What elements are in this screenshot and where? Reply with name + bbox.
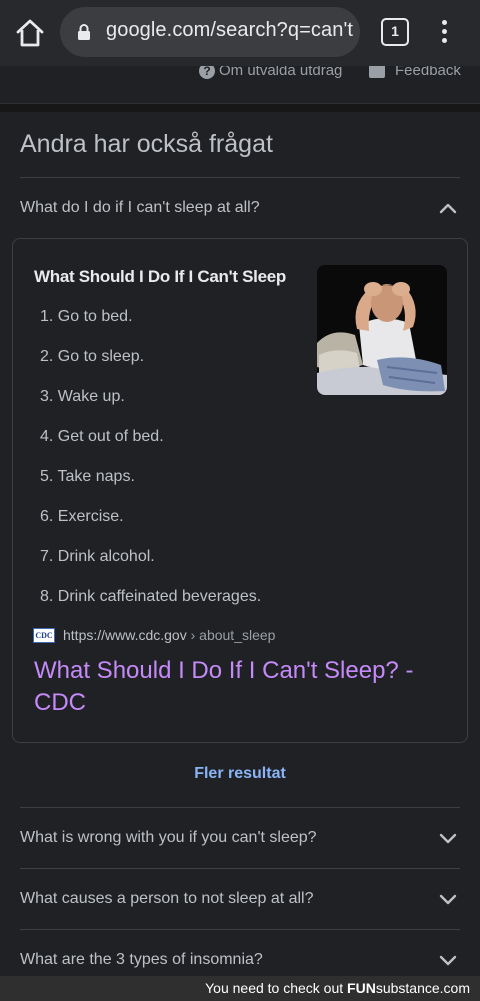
source-domain: https://www.cdc.gov <box>63 627 187 643</box>
previous-panel-footer: ? Om utvalda utdrag Feedback <box>0 66 480 104</box>
watermark-banner: You need to check out FUNsubstance.com <box>0 976 480 1001</box>
more-results-button[interactable]: Fler resultat <box>0 765 480 783</box>
source-path: › about_sleep <box>186 627 276 643</box>
section-separator <box>0 104 480 112</box>
watermark-text: You need to check out <box>205 980 348 996</box>
chevron-down-icon <box>438 891 458 907</box>
list-item: 8. Drink caffeinated beverages. <box>40 588 262 605</box>
result-title-link[interactable]: What Should I Do If I Can't Sleep? - CDC <box>34 655 444 719</box>
address-bar[interactable]: google.com/search?q=can't <box>60 7 360 57</box>
browser-toolbar: google.com/search?q=can't 1 <box>0 0 480 66</box>
watermark-brand: FUN <box>347 980 376 996</box>
about-featured-snippets-link[interactable]: ? Om utvalda utdrag <box>199 66 342 79</box>
question-row[interactable]: What causes a person to not sleep at all… <box>20 869 460 929</box>
question-row[interactable]: What is wrong with you if you can't slee… <box>20 808 460 868</box>
chevron-down-icon <box>438 830 458 846</box>
question-text: What do I do if I can't sleep at all? <box>20 199 260 216</box>
source-url: https://www.cdc.gov › about_sleep <box>63 627 275 643</box>
list-item: 6. Exercise. <box>40 508 124 525</box>
list-item: 5. Take naps. <box>40 468 135 485</box>
question-text: What causes a person to not sleep at all… <box>20 890 314 907</box>
answer-thumbnail[interactable] <box>317 265 447 395</box>
watermark-brand-rest: substance.com <box>375 980 470 996</box>
people-also-ask-title: Andra har också frågat <box>20 130 273 158</box>
list-item: 2. Go to sleep. <box>40 348 145 365</box>
tab-switcher-button[interactable]: 1 <box>381 18 409 46</box>
about-label: Om utvalda utdrag <box>219 66 343 79</box>
feedback-icon <box>369 66 385 78</box>
chevron-down-icon <box>438 952 458 968</box>
feedback-label: Feedback <box>395 66 461 79</box>
feedback-link[interactable]: Feedback <box>369 66 461 79</box>
source-citation[interactable]: CDC https://www.cdc.gov › about_sleep <box>33 627 275 643</box>
help-icon: ? <box>199 66 215 79</box>
url-text: google.com/search?q=can't <box>106 19 354 41</box>
cdc-favicon-icon: CDC <box>33 627 55 643</box>
chevron-up-icon <box>438 200 458 216</box>
home-icon[interactable] <box>14 18 46 48</box>
more-options-icon[interactable] <box>436 17 452 49</box>
list-item: 3. Wake up. <box>40 388 125 405</box>
answer-steps-list: 1. Go to bed. 2. Go to sleep. 3. Wake up… <box>40 305 261 625</box>
question-row-expanded[interactable]: What do I do if I can't sleep at all? <box>20 178 460 238</box>
lock-icon <box>77 23 91 41</box>
list-item: 1. Go to bed. <box>40 308 133 325</box>
answer-card: What Should I Do If I Can't Sleep 1. Go … <box>12 238 468 743</box>
question-text: What is wrong with you if you can't slee… <box>20 829 317 846</box>
list-item: 4. Get out of bed. <box>40 428 164 445</box>
list-item: 7. Drink alcohol. <box>40 548 155 565</box>
answer-heading: What Should I Do If I Can't Sleep <box>34 267 286 286</box>
